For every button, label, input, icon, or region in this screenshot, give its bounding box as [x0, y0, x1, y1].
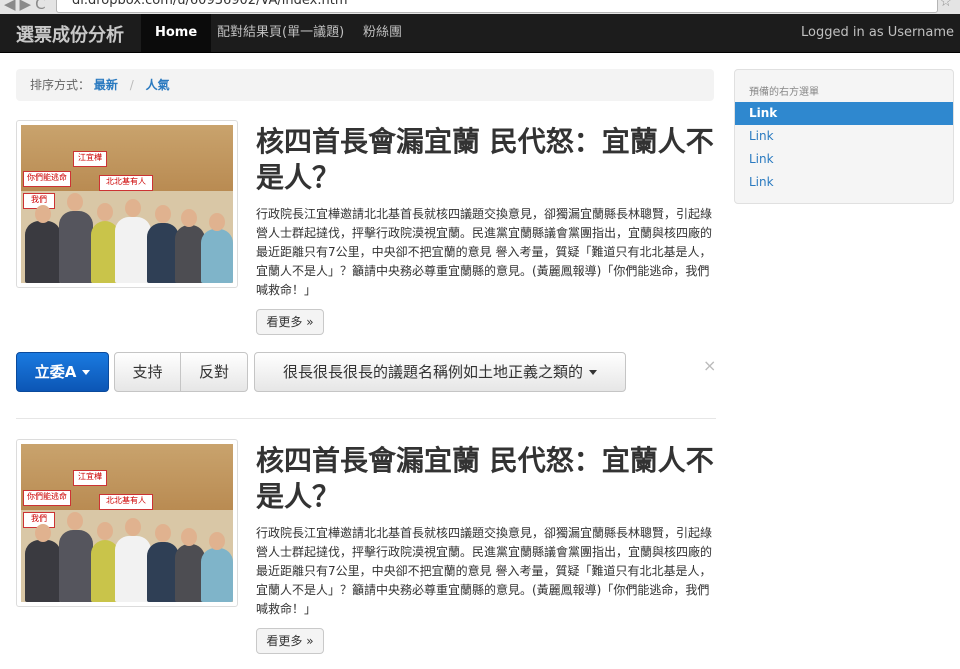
legislator-dropdown-button[interactable]: 立委A	[16, 352, 109, 392]
article-thumbnail[interactable]: 江宜樺 北北基有人 你們能逃命 我們	[16, 439, 238, 607]
nav-home[interactable]: Home	[141, 14, 212, 52]
photo-head	[125, 199, 141, 217]
photo-person	[59, 211, 93, 283]
photo-sign: 江宜樺	[73, 151, 107, 167]
photo-head	[67, 193, 83, 211]
photo-head	[155, 205, 171, 223]
article-thumbnail[interactable]: 江宜樺 北北基有人 你們能逃命 我們	[16, 120, 238, 288]
photo-head	[181, 209, 197, 227]
news-article: 江宜樺 北北基有人 你們能逃命 我們 核四首長會漏宜蘭 民代怒：宜蘭人不是人？ …	[16, 439, 716, 669]
photo-head	[125, 518, 141, 536]
photo-sign: 北北基有人	[99, 494, 153, 510]
photo-sign: 江宜樺	[73, 470, 107, 486]
support-button[interactable]: 支持	[114, 352, 181, 392]
photo-sign: 北北基有人	[99, 175, 153, 191]
sidebar-header: 預備的右方選單	[749, 87, 819, 98]
news-article: 江宜樺 北北基有人 你們能逃命 我們 核四首長會漏宜蘭 民代怒：宜蘭人不是人？ …	[16, 120, 716, 350]
photo-head	[155, 524, 171, 542]
article-summary: 行政院長江宜樺邀請北北基首長就核四議題交換意見，卻獨漏宜蘭縣長林聰賢，引起綠營人…	[256, 526, 713, 616]
nav-fan-page[interactable]: 粉絲團	[349, 14, 416, 52]
close-icon[interactable]: ×	[703, 356, 716, 375]
sort-label: 排序方式：	[30, 78, 91, 92]
back-forward-icon[interactable]: ◀▶C	[4, 0, 50, 13]
caret-down-icon	[82, 370, 91, 375]
photo-head	[67, 512, 83, 530]
photo-head	[97, 522, 113, 540]
read-more-button[interactable]: 看更多 »	[256, 309, 324, 335]
photo-person	[201, 229, 233, 283]
photo-person	[115, 536, 151, 602]
photo-sign: 你們能逃命	[23, 171, 71, 187]
issue-label: 很長很長很長的議題名稱例如土地正義之類的	[282, 363, 583, 381]
photo-person	[25, 540, 61, 602]
photo-person	[25, 221, 61, 283]
photo-person	[115, 217, 151, 283]
photo-head	[181, 528, 197, 546]
read-more-button[interactable]: 看更多 »	[256, 628, 324, 654]
photo-sign: 你們能逃命	[23, 490, 71, 506]
sidebar-link[interactable]: Link	[735, 171, 953, 194]
article-summary: 行政院長江宜樺邀請北北基首長就核四議題交換意見，卻獨漏宜蘭縣長林聰賢，引起綠營人…	[256, 207, 713, 297]
caret-down-icon	[589, 370, 597, 375]
photo-head	[209, 532, 225, 550]
breadcrumb-separator: /	[129, 78, 134, 92]
article-title[interactable]: 核四首長會漏宜蘭 民代怒：宜蘭人不是人？	[256, 443, 716, 515]
sort-latest-link[interactable]: 最新	[94, 78, 118, 92]
brand-logo[interactable]: 選票成份分析	[16, 21, 124, 47]
legislator-label: 立委A	[34, 363, 77, 381]
photo-head	[35, 205, 51, 223]
article-title[interactable]: 核四首長會漏宜蘭 民代怒：宜蘭人不是人？	[256, 124, 716, 196]
article-divider	[16, 418, 716, 419]
nav-match-results[interactable]: 配對結果頁(單一議題)	[203, 14, 358, 52]
sort-popular-link[interactable]: 人氣	[146, 78, 170, 92]
photo-person	[201, 548, 233, 602]
sidebar-link[interactable]: Link	[735, 125, 953, 148]
sidebar-link[interactable]: Link	[735, 148, 953, 171]
photo-head	[97, 203, 113, 221]
sidebar-link[interactable]: Link	[735, 102, 953, 125]
photo-head	[209, 213, 225, 231]
photo-person	[59, 530, 93, 602]
issue-dropdown-button[interactable]: 很長很長很長的議題名稱例如土地正義之類的	[254, 352, 626, 392]
right-sidebar: 預備的右方選單 Link Link Link Link	[734, 69, 954, 204]
browser-toolbar: ◀▶C dl.dropbox.com/u/60936902/VA/index.h…	[0, 0, 960, 15]
vote-toolbar: 立委A 支持 反對 很長很長很長的議題名稱例如土地正義之類的	[16, 352, 716, 392]
photo-head	[35, 524, 51, 542]
oppose-button[interactable]: 反對	[180, 352, 248, 392]
article-photo: 江宜樺 北北基有人 你們能逃命 我們	[21, 444, 233, 602]
article-photo: 江宜樺 北北基有人 你們能逃命 我們	[21, 125, 233, 283]
login-status: Logged in as Username	[801, 25, 954, 40]
top-navbar: 選票成份分析 Home 配對結果頁(單一議題) 粉絲團 Logged in as…	[0, 14, 960, 53]
address-bar-text[interactable]: dl.dropbox.com/u/60936902/VA/index.htm	[72, 0, 348, 8]
bookmark-star-icon[interactable]: ☆	[939, 0, 952, 10]
sort-breadcrumb: 排序方式： 最新 / 人氣	[16, 69, 714, 101]
